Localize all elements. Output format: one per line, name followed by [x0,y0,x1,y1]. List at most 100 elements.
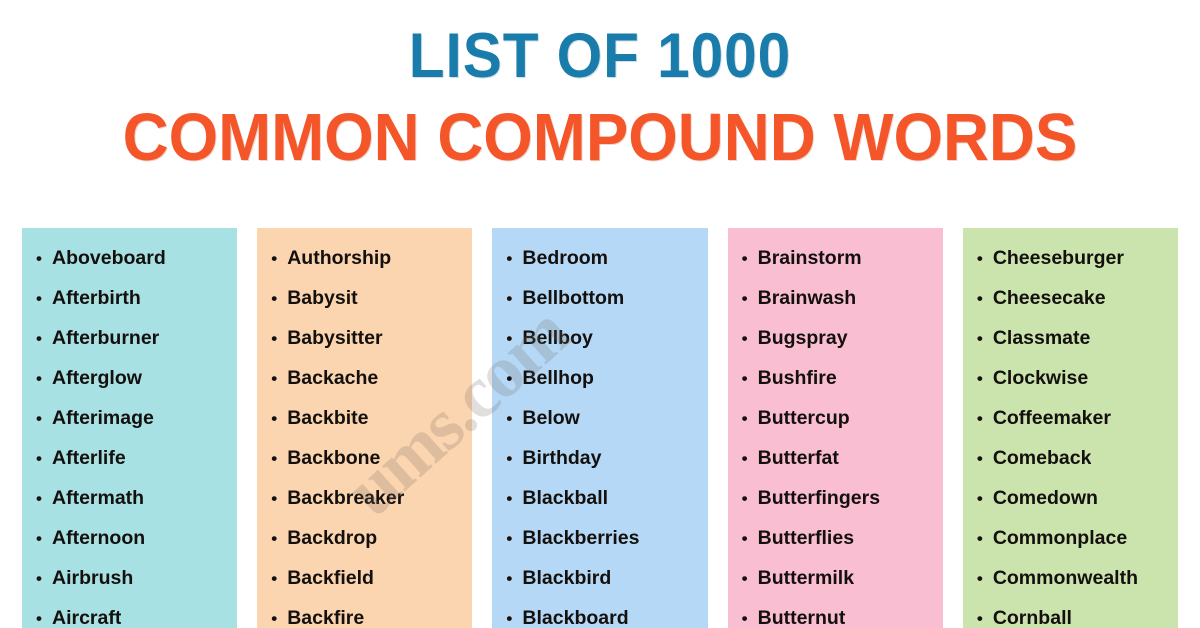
list-item: • Authorship [261,238,468,278]
list-item: • Butterfat [732,438,939,478]
word-list-5: • Cheeseburger • Cheesecake • Classmate • Clock… [967,238,1174,628]
bullet-icon: • [271,369,278,388]
list-item: • Afterbirth [26,278,233,318]
word-list-1: • Aboveboard • Afterbirth • Afterburner • After… [26,238,233,628]
bullet-icon: • [976,289,983,308]
word-label: Bellbottom [522,287,625,309]
bullet-icon: • [976,489,983,508]
bullet-icon: • [741,489,748,508]
word-label: Afterimage [52,407,154,429]
list-item: • Comedown [967,478,1174,518]
word-label: Aftermath [52,487,145,509]
word-column-1: • Aboveboard • Afterbirth • Afterburner • After… [22,228,238,628]
list-item: • Bedroom [496,238,703,278]
list-item: • Cornball [967,598,1174,628]
list-item: • Clockwise [967,358,1174,398]
word-label: Cheeseburger [992,247,1124,269]
word-label: Afternoon [52,527,146,549]
list-item: • Buttercup [732,398,939,438]
bullet-icon: • [741,409,748,428]
word-label: Aboveboard [52,247,166,269]
bullet-icon: • [36,489,42,508]
word-label: Backdrop [287,527,378,549]
bullet-icon: • [741,609,748,628]
word-label: Afterglow [52,367,142,389]
page-title-primary: LIST OF 1000 [408,21,792,91]
list-item: • Brainstorm [732,238,939,278]
word-label: Blackbird [522,567,612,589]
list-item: • Backbite [261,398,468,438]
word-label: Comeback [992,447,1092,469]
bullet-icon: • [976,249,983,268]
word-label: Backfield [287,567,374,589]
list-item: • Backfire [261,598,468,628]
list-item: • Babysitter [261,318,468,358]
word-label: Butterfat [757,447,839,469]
word-label: Bellhop [522,367,594,389]
bullet-icon: • [271,289,278,308]
list-item: • Afterglow [26,358,233,398]
word-label: Buttercup [757,407,850,429]
list-item: • Aboveboard [26,238,233,278]
bullet-icon: • [36,609,42,628]
word-column-3: • Bedroom • Bellbottom • Bellboy • Bellhop • Belo… [492,228,708,628]
bullet-icon: • [506,409,513,428]
page-title-secondary: COMMON COMPOUND WORDS [122,100,1078,176]
bullet-icon: • [741,249,748,268]
word-label: Commonplace [992,527,1128,549]
word-label: Afterburner [52,327,160,349]
bullet-icon: • [976,449,983,468]
list-item: • Backfield [261,558,468,598]
word-label: Bellboy [522,327,593,349]
list-item: • Brainwash [732,278,939,318]
bullet-icon: • [976,529,983,548]
list-item: • Bellhop [496,358,703,398]
list-item: • Commonplace [967,518,1174,558]
list-item: • Bellbottom [496,278,703,318]
bullet-icon: • [506,369,513,388]
bullet-icon: • [36,409,42,428]
infographic-page: ums.com LIST OF 1000 COMMON COMPOUND WOR… [0,0,1200,628]
word-list-3: • Bedroom • Bellbottom • Bellboy • Bellhop • Belo… [496,238,703,628]
word-label: Coffeemaker [992,407,1111,429]
bullet-icon: • [506,449,513,468]
word-list-4: • Brainstorm • Brainwash • Bugspray • Bushfire •… [732,238,939,628]
word-label: Authorship [287,247,392,269]
list-item: • Butterfingers [732,478,939,518]
bullet-icon: • [271,489,278,508]
bullet-icon: • [36,289,42,308]
list-item: • Commonwealth [967,558,1174,598]
word-label: Butterflies [757,527,855,549]
word-column-4: • Brainstorm • Brainwash • Bugspray • Bushfire •… [727,228,943,628]
word-label: Classmate [992,327,1091,349]
bullet-icon: • [506,289,513,308]
word-label: Clockwise [992,367,1089,389]
word-label: Bugspray [757,327,848,349]
page-header: LIST OF 1000 COMMON COMPOUND WORDS [0,0,1200,173]
list-item: • Coffeemaker [967,398,1174,438]
word-label: Cornball [992,607,1072,628]
list-item: • Backbreaker [261,478,468,518]
list-item: • Blackbird [496,558,703,598]
word-label: Bedroom [522,247,608,269]
list-item: • Aftermath [26,478,233,518]
word-column-2: • Authorship • Babysit • Babysitter • Backache •… [257,228,473,628]
list-item: • Butternut [732,598,939,628]
word-label: Afterbirth [52,287,141,309]
word-label: Backfire [287,607,365,628]
bullet-icon: • [36,449,42,468]
bullet-icon: • [976,409,983,428]
word-label: Backache [287,367,379,389]
word-label: Airbrush [52,567,134,589]
word-label: Bushfire [757,367,837,389]
bullet-icon: • [741,289,748,308]
bullet-icon: • [976,569,983,588]
list-item: • Cheesecake [967,278,1174,318]
bullet-icon: • [741,569,748,588]
word-label: Brainwash [757,287,857,309]
word-label: Blackberries [522,527,640,549]
list-item: • Bushfire [732,358,939,398]
bullet-icon: • [976,369,983,388]
list-item: • Afterimage [26,398,233,438]
list-item: • Airbrush [26,558,233,598]
